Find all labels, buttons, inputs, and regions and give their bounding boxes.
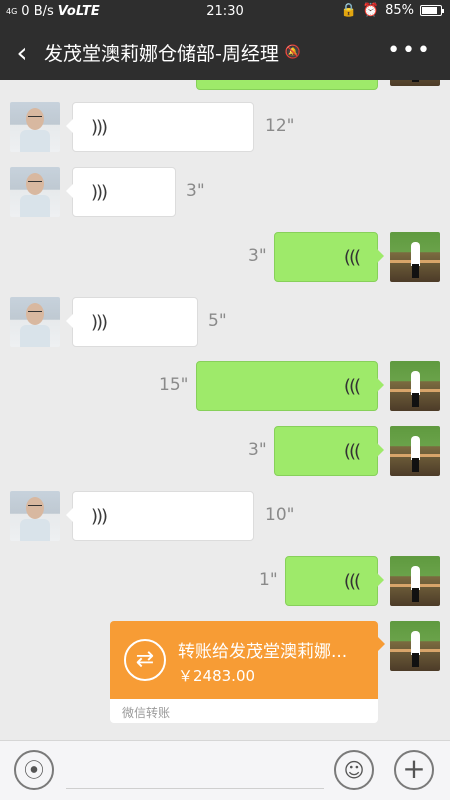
- voice-duration: 5": [208, 311, 227, 331]
- avatar-contact[interactable]: [10, 167, 60, 217]
- avatar-contact[interactable]: [10, 491, 60, 541]
- chat-title: 发茂堂澳莉娜仓储部-周经理: [44, 42, 279, 65]
- more-dots-icon[interactable]: •••: [387, 38, 432, 63]
- voice-bubble[interactable]: (((: [285, 556, 384, 606]
- message-input[interactable]: [66, 755, 324, 789]
- voice-bubble[interactable]: ))): [66, 167, 176, 217]
- voice-icon[interactable]: ⦿: [14, 750, 54, 790]
- alarm-icon: ⏰: [362, 3, 380, 18]
- voice-wave-icon: ))): [91, 182, 108, 203]
- voice-bubble[interactable]: ))): [66, 102, 254, 152]
- input-bar: ⦿ ☺ +: [0, 740, 450, 800]
- transfer-amount: ￥2483.00: [178, 667, 256, 685]
- voice-bubble[interactable]: ))): [66, 297, 198, 347]
- avatar-self[interactable]: [390, 361, 440, 411]
- transfer-card-top: ⇄ 转账给发茂堂澳莉娜... ￥2483.00: [110, 621, 378, 699]
- chevron-left-icon[interactable]: ‹: [0, 24, 44, 80]
- avatar-contact[interactable]: [10, 297, 60, 347]
- avatar-self[interactable]: [390, 232, 440, 282]
- avatar-self[interactable]: [390, 426, 440, 476]
- avatar-self[interactable]: [390, 80, 440, 86]
- voice-wave-icon: (((: [343, 247, 361, 268]
- status-right: 🔒 ⏰ 85%: [340, 3, 444, 18]
- voice-bubble-partial[interactable]: [196, 80, 378, 90]
- voice-bubble[interactable]: (((: [274, 232, 384, 282]
- battery-percent: 85%: [385, 3, 414, 18]
- transfer-bubble-tail: [378, 637, 385, 651]
- transfer-title: 转账给发茂堂澳莉娜...: [178, 642, 348, 662]
- transfer-arrows-icon: ⇄: [124, 639, 166, 681]
- emoji-icon[interactable]: ☺: [334, 750, 374, 790]
- bell-muted-icon: 🔕: [284, 44, 302, 60]
- voice-wave-icon: ))): [91, 312, 108, 333]
- transfer-footer: 微信转账: [110, 699, 378, 723]
- voice-bubble[interactable]: (((: [274, 426, 384, 476]
- plus-icon[interactable]: +: [394, 750, 434, 790]
- rotation-lock-icon: 🔒: [340, 3, 357, 18]
- voice-duration: 3": [248, 440, 267, 460]
- voice-duration: 12": [265, 116, 295, 136]
- avatar-self[interactable]: [390, 621, 440, 671]
- voice-duration: 3": [186, 181, 205, 201]
- voice-duration: 3": [248, 246, 267, 266]
- battery-fill: [422, 7, 437, 14]
- chat-header: ‹ 发茂堂澳莉娜仓储部-周经理 🔕 •••: [0, 24, 450, 80]
- voice-wave-icon: ))): [91, 506, 108, 527]
- voice-wave-icon: (((: [343, 571, 361, 592]
- chat-area[interactable]: ))) 12" ))) 3" 3" ((( ))) 5" 15" ((( 3" …: [0, 80, 450, 740]
- voice-bubble[interactable]: ))): [66, 491, 254, 541]
- voice-bubble[interactable]: (((: [196, 361, 384, 411]
- battery-icon: [420, 5, 444, 16]
- voice-wave-icon: ))): [91, 117, 108, 138]
- voice-duration: 1": [259, 570, 278, 590]
- avatar-contact[interactable]: [10, 102, 60, 152]
- voice-wave-icon: (((: [343, 441, 361, 462]
- avatar-self[interactable]: [390, 556, 440, 606]
- transfer-card[interactable]: ⇄ 转账给发茂堂澳莉娜... ￥2483.00 微信转账: [110, 621, 378, 723]
- voice-duration: 10": [265, 505, 295, 525]
- status-bar: 4G 0 B/s VoLTE 21:30 🔒 ⏰ 85%: [0, 0, 450, 24]
- voice-wave-icon: (((: [343, 376, 361, 397]
- voice-duration: 15": [159, 375, 189, 395]
